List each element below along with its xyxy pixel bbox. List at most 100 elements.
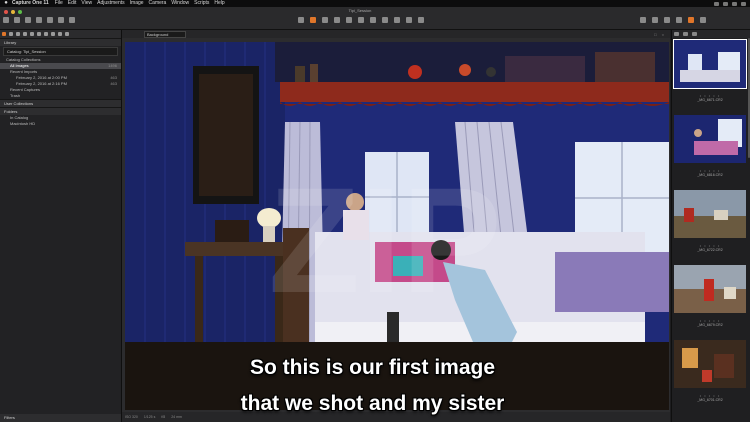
help-icon[interactable] bbox=[700, 17, 706, 23]
keystone-tool-icon[interactable] bbox=[358, 17, 364, 23]
exposure-warning-icon[interactable] bbox=[664, 17, 670, 23]
layer-dropdown[interactable]: Background bbox=[144, 30, 186, 38]
subtitle-line-2: that we shot and my sister bbox=[240, 392, 505, 415]
zoom-tool-icon[interactable] bbox=[322, 17, 328, 23]
crop-tool-icon[interactable] bbox=[334, 17, 340, 23]
browser-toolbar bbox=[672, 30, 750, 38]
thumbnail-filename: _MG_6671.CR2 bbox=[697, 98, 723, 102]
apple-menu-icon[interactable]: ● bbox=[3, 0, 9, 7]
library-header[interactable]: Library bbox=[0, 38, 121, 46]
multi-view-icon[interactable] bbox=[688, 17, 694, 23]
apply-adjustments-icon[interactable] bbox=[69, 17, 75, 23]
menu-file[interactable]: File bbox=[55, 0, 63, 7]
catalog-dropdown[interactable]: Catalog: Tipi_Session bbox=[3, 47, 118, 56]
wifi-icon[interactable] bbox=[714, 1, 719, 6]
lens-tab-icon[interactable] bbox=[16, 32, 20, 36]
thumbnail-image bbox=[674, 190, 746, 238]
compare-icon[interactable] bbox=[676, 17, 682, 23]
window-title: Tipi_Session bbox=[348, 8, 372, 13]
zoom-icon[interactable]: ○ bbox=[662, 32, 664, 37]
thumbnail-image bbox=[674, 265, 746, 313]
proof-icon[interactable] bbox=[652, 17, 658, 23]
all-images-count: 1496 bbox=[108, 63, 117, 68]
undo-icon[interactable] bbox=[36, 17, 42, 23]
subtitle-line-1: So this is our first image bbox=[249, 356, 496, 379]
viewer-toolbar: Background □ ○ bbox=[122, 30, 670, 38]
shelf-valance bbox=[280, 82, 669, 102]
grid-view-icon[interactable] bbox=[640, 17, 646, 23]
battery-icon[interactable] bbox=[723, 1, 728, 6]
thumbnail[interactable]: • • • • • _MG_6671.CR2 bbox=[673, 39, 747, 102]
metadata-tab-icon[interactable] bbox=[58, 32, 62, 36]
menu-adjustments[interactable]: Adjustments bbox=[97, 0, 125, 7]
thumbnail-filename: _MG_6816.CR2 bbox=[697, 173, 723, 177]
window-toolbar: Tipi_Session bbox=[0, 7, 750, 30]
tool-tabs bbox=[0, 30, 121, 38]
close-window-icon[interactable] bbox=[4, 10, 8, 14]
toolbar-right bbox=[640, 17, 706, 23]
menu-view[interactable]: View bbox=[81, 0, 92, 7]
thumbnail[interactable]: • • • • • _MG_6816.CR2 bbox=[674, 115, 746, 177]
library-tab-icon[interactable] bbox=[2, 32, 6, 36]
rotate-tool-icon[interactable] bbox=[346, 17, 352, 23]
thumbnail[interactable]: • • • • • _MG_6722.CR2 bbox=[674, 190, 746, 252]
library-panel: Library Catalog: Tipi_Session Catalog Co… bbox=[0, 30, 122, 422]
output-tab-icon[interactable] bbox=[65, 32, 69, 36]
spotlight-icon[interactable] bbox=[741, 1, 746, 6]
menu-image[interactable]: Image bbox=[130, 0, 144, 7]
thumbnail[interactable]: • • • • • _MG_6701.CR2 bbox=[674, 340, 746, 402]
zoom-window-icon[interactable] bbox=[18, 10, 22, 14]
app-menu[interactable]: Capture One 11 bbox=[12, 0, 49, 7]
reset-icon[interactable] bbox=[47, 17, 53, 23]
process-icon[interactable] bbox=[25, 17, 31, 23]
status-icons bbox=[714, 1, 746, 6]
menu-bar: ● Capture One 11 File Edit View Adjustme… bbox=[0, 0, 750, 7]
text-tool-icon[interactable] bbox=[418, 17, 424, 23]
menu-camera[interactable]: Camera bbox=[149, 0, 167, 7]
menu-edit[interactable]: Edit bbox=[68, 0, 77, 7]
toolbar-left bbox=[3, 17, 75, 23]
thumbnail-filename: _MG_6679.CR2 bbox=[697, 323, 723, 327]
books bbox=[215, 220, 249, 242]
capture-icon[interactable] bbox=[14, 17, 20, 23]
exposure-tab-icon[interactable] bbox=[30, 32, 34, 36]
picture bbox=[199, 74, 253, 196]
capture-tab-icon[interactable] bbox=[9, 32, 13, 36]
thumbnail-image bbox=[674, 115, 746, 163]
macintosh-hd-item[interactable]: Macintosh HD bbox=[0, 121, 121, 127]
menu-scripts[interactable]: Scripts bbox=[194, 0, 209, 7]
picker-tool-icon[interactable] bbox=[394, 17, 400, 23]
details-tab-icon[interactable] bbox=[37, 32, 41, 36]
adjustments-tab-icon[interactable] bbox=[51, 32, 55, 36]
import-count: 463 bbox=[110, 81, 117, 86]
browser-list-icon[interactable] bbox=[683, 32, 688, 36]
menu-help[interactable]: Help bbox=[214, 0, 224, 7]
user-collections-header[interactable]: User Collections bbox=[0, 99, 121, 107]
browser-sort-icon[interactable] bbox=[692, 32, 697, 36]
select-tool-icon[interactable] bbox=[310, 17, 316, 23]
thumbnail-filename: _MG_6701.CR2 bbox=[697, 398, 723, 402]
annotate-tool-icon[interactable] bbox=[406, 17, 412, 23]
main-photo[interactable]: ZIP bbox=[125, 42, 669, 410]
minimize-window-icon[interactable] bbox=[11, 10, 15, 14]
filters-header[interactable]: Filters bbox=[0, 414, 121, 422]
watermark: ZIP bbox=[268, 156, 501, 324]
brush-tool-icon[interactable] bbox=[382, 17, 388, 23]
import-icon[interactable] bbox=[3, 17, 9, 23]
fit-icon[interactable]: □ bbox=[654, 32, 656, 37]
cursor-tools bbox=[298, 17, 424, 23]
copy-adjustments-icon[interactable] bbox=[58, 17, 64, 23]
browser-panel: • • • • • _MG_6671.CR2 • • • • • _MG_681… bbox=[671, 30, 750, 422]
thumbnail-image bbox=[673, 39, 747, 89]
menu-window[interactable]: Window bbox=[171, 0, 189, 7]
spot-tool-icon[interactable] bbox=[370, 17, 376, 23]
pan-tool-icon[interactable] bbox=[298, 17, 304, 23]
window-controls bbox=[4, 10, 22, 14]
thumbnail[interactable]: • • • • • _MG_6679.CR2 bbox=[674, 265, 746, 327]
browser-grid-icon[interactable] bbox=[674, 32, 679, 36]
thumbnail-image bbox=[674, 340, 746, 388]
clock-icon[interactable] bbox=[732, 1, 737, 6]
folders-header[interactable]: Folders bbox=[0, 107, 121, 115]
local-adjustments-tab-icon[interactable] bbox=[44, 32, 48, 36]
color-tab-icon[interactable] bbox=[23, 32, 27, 36]
